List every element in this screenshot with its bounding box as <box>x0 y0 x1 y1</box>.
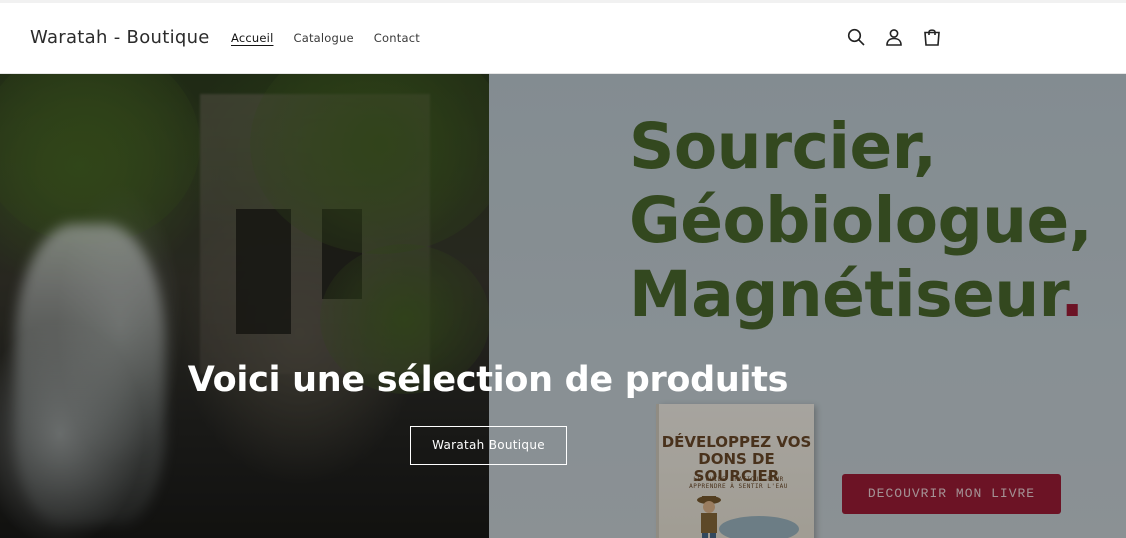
main-nav: Accueil Catalogue Contact <box>231 31 440 45</box>
brand-logo[interactable]: Waratah - Boutique <box>30 27 210 48</box>
account-icon[interactable] <box>884 27 904 47</box>
hero-heading: Voici une sélection de produits <box>187 360 789 400</box>
shop-button[interactable]: Waratah Boutique <box>410 426 567 465</box>
nav-item-accueil[interactable]: Accueil <box>231 31 273 45</box>
hero-banner: Sourcier, Géobiologue, Magnétiseur. DÉVE… <box>0 74 1126 538</box>
nav-item-contact[interactable]: Contact <box>374 31 420 45</box>
search-icon[interactable] <box>846 27 866 47</box>
site-header: Waratah - Boutique Accueil Catalogue Con… <box>0 3 1126 74</box>
hero-overlay <box>0 74 1126 538</box>
cart-icon[interactable] <box>922 27 942 47</box>
header-icons <box>846 27 942 47</box>
nav-item-catalogue[interactable]: Catalogue <box>293 31 353 45</box>
